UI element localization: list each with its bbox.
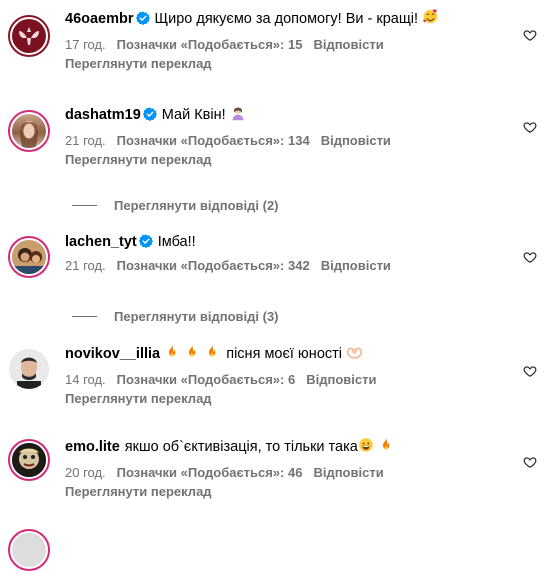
see-translation-link[interactable]: Переглянути переклад: [65, 484, 513, 499]
likes-count[interactable]: Позначки «Подобається»: 134: [117, 133, 310, 148]
divider: [72, 205, 97, 206]
likes-count[interactable]: Позначки «Подобається»: 46: [117, 465, 303, 480]
username[interactable]: novikov__illia: [65, 346, 160, 362]
comment-time: 21 год.: [65, 133, 106, 148]
avatar[interactable]: [8, 439, 50, 481]
woman-emoji: [230, 105, 246, 127]
smiling-hearts-emoji: [422, 8, 439, 31]
avatar[interactable]: [8, 348, 50, 390]
avatar[interactable]: [8, 15, 50, 57]
see-translation-link[interactable]: Переглянути переклад: [65, 391, 513, 406]
like-heart-icon[interactable]: [523, 28, 537, 42]
view-replies-label: Переглянути відповіді (2): [114, 198, 279, 213]
heart-hands-emoji: [346, 345, 363, 366]
comment-text: Імба!!: [157, 234, 196, 250]
comment-time: 17 год.: [65, 37, 106, 52]
username[interactable]: 46oaembr: [65, 11, 134, 27]
see-translation-link[interactable]: Переглянути переклад: [65, 56, 513, 71]
verified-badge-icon: [139, 234, 153, 248]
divider: [72, 316, 97, 317]
like-heart-icon[interactable]: [523, 364, 537, 378]
avatar[interactable]: [8, 236, 50, 278]
fire-emoji: [184, 344, 200, 360]
winged-crest-logo: [19, 27, 39, 45]
see-translation-link[interactable]: Переглянути переклад: [65, 152, 513, 167]
username[interactable]: lachen_tyt: [65, 234, 137, 250]
likes-count[interactable]: Позначки «Подобається»: 15: [117, 37, 303, 52]
grinning-emoji: [358, 437, 374, 459]
reply-button[interactable]: Відповісти: [321, 258, 391, 273]
view-replies-button[interactable]: Переглянути відповіді (3): [72, 309, 279, 324]
reply-button[interactable]: Відповісти: [313, 465, 383, 480]
reply-button[interactable]: Відповісти: [306, 372, 376, 387]
fire-emoji: [204, 344, 220, 360]
avatar[interactable]: [8, 110, 50, 152]
like-heart-icon[interactable]: [523, 455, 537, 469]
verified-badge-icon: [136, 11, 150, 25]
reply-button[interactable]: Відповісти: [313, 37, 383, 52]
fire-emoji: [378, 437, 394, 453]
comment-text: Май Квін!: [161, 107, 226, 123]
view-replies-label: Переглянути відповіді (3): [114, 309, 279, 324]
comment-text: пісня моєї юності: [226, 346, 342, 362]
comment-time: 20 год.: [65, 465, 106, 480]
comment-time: 21 год.: [65, 258, 106, 273]
verified-badge-icon: [143, 107, 157, 121]
fire-emoji: [164, 344, 180, 360]
username[interactable]: dashatm19: [65, 107, 141, 123]
like-heart-icon[interactable]: [523, 120, 537, 134]
likes-count[interactable]: Позначки «Подобається»: 6: [117, 372, 296, 387]
view-replies-button[interactable]: Переглянути відповіді (2): [72, 198, 279, 213]
comment-text: Щиро дякуємо за допомогу! Ви - кращі!: [154, 11, 419, 27]
comment-text: якшо об`єктивізація, то тільки така: [124, 439, 358, 455]
like-heart-icon[interactable]: [523, 250, 537, 264]
comment-time: 14 год.: [65, 372, 106, 387]
username[interactable]: emo.lite: [65, 439, 120, 455]
reply-button[interactable]: Відповісти: [321, 133, 391, 148]
likes-count[interactable]: Позначки «Подобається»: 342: [117, 258, 310, 273]
avatar[interactable]: [8, 529, 50, 571]
